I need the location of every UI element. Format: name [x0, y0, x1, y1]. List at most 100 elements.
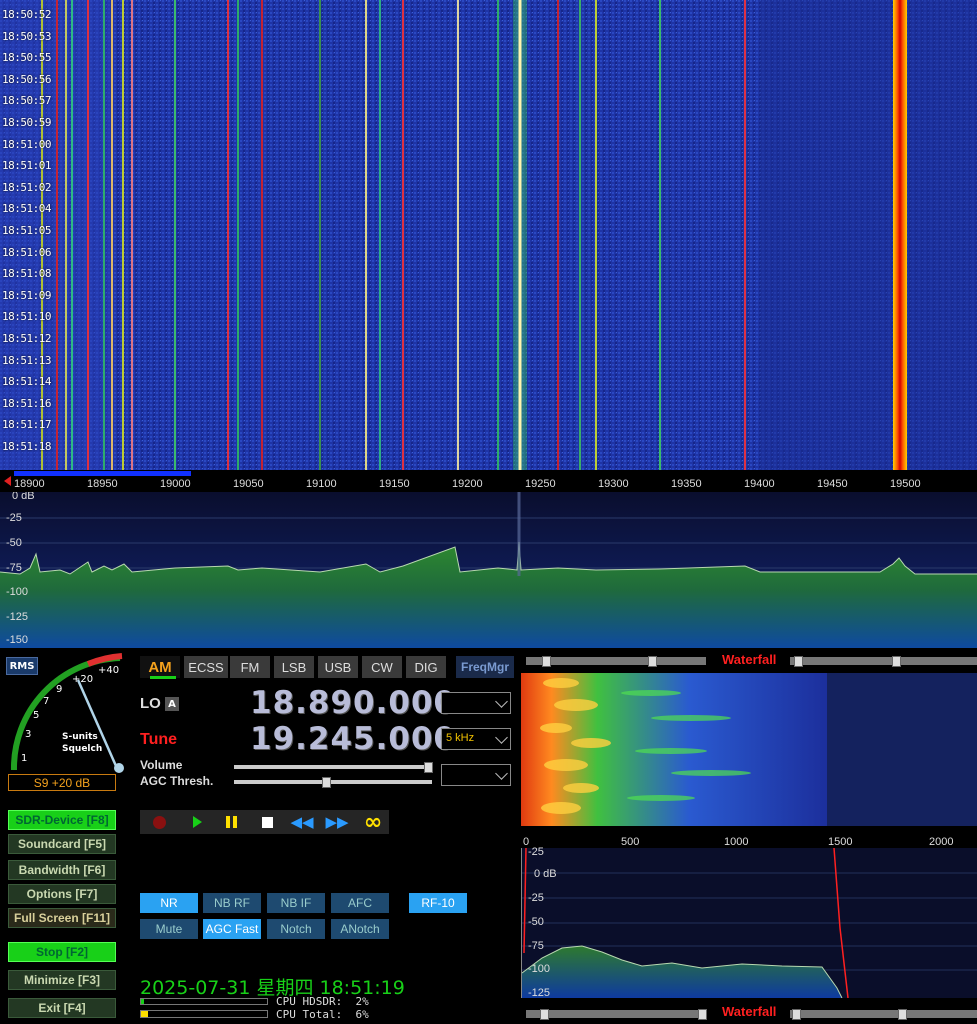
- mode-ecss-button[interactable]: ECSS: [184, 656, 228, 678]
- volume-slider-knob[interactable]: [424, 762, 433, 773]
- nb-if-button[interactable]: NB IF: [267, 893, 325, 913]
- time-label: 18:51:13: [2, 354, 51, 367]
- rf-10-button[interactable]: RF-10: [409, 893, 467, 913]
- slider-knob[interactable]: [542, 656, 551, 667]
- chevron-down-icon: [495, 767, 508, 780]
- cpu-total-fill: [141, 1011, 148, 1017]
- nb-rf-button[interactable]: NB RF: [203, 893, 261, 913]
- time-label: 18:50:53: [2, 30, 51, 43]
- record-icon: [152, 815, 166, 829]
- s-scale-label: +20: [72, 674, 94, 685]
- agc-dropdown[interactable]: [441, 764, 511, 786]
- slider-knob[interactable]: [794, 656, 803, 667]
- agc-fast-button[interactable]: AGC Fast: [203, 919, 261, 939]
- chevron-down-icon: [495, 731, 508, 744]
- freq-tick: 19500: [890, 478, 921, 490]
- freq-tick: 18900: [14, 478, 45, 490]
- mode-usb-button[interactable]: USB: [318, 656, 358, 678]
- active-mode-indicator: [150, 676, 176, 679]
- nr-button[interactable]: NR: [140, 893, 198, 913]
- time-label: 18:50:55: [2, 51, 51, 64]
- mode-am-button[interactable]: AM: [140, 656, 180, 678]
- lo-frequency[interactable]: 18.890.000: [250, 685, 456, 721]
- fast-forward-icon: ▶▶: [325, 813, 349, 831]
- time-label: 18:50:57: [2, 94, 51, 107]
- options-button[interactable]: Options [F7]: [8, 884, 116, 904]
- slider-knob[interactable]: [698, 1009, 707, 1020]
- pause-icon: [225, 816, 237, 828]
- slider-knob[interactable]: [648, 656, 657, 667]
- stop-icon: [261, 816, 273, 828]
- audio-top-slider-right[interactable]: [790, 656, 977, 667]
- bandwidth-button[interactable]: Bandwidth [F6]: [8, 860, 116, 880]
- spectrum-canvas: [0, 492, 977, 648]
- time-label: 18:51:10: [2, 310, 51, 323]
- play-button[interactable]: [186, 812, 208, 832]
- rf-spectrum[interactable]: 0 dB -25 -50 -75 -100 -125 -150: [0, 492, 977, 648]
- audio-bottom-slider-left[interactable]: [526, 1009, 707, 1020]
- mode-lsb-button[interactable]: LSB: [274, 656, 314, 678]
- slider-knob[interactable]: [898, 1009, 907, 1020]
- fast-forward-button[interactable]: ▶▶: [325, 812, 349, 832]
- notch-button[interactable]: Notch: [267, 919, 325, 939]
- scroll-left-icon[interactable]: [4, 476, 11, 486]
- pause-button[interactable]: [220, 812, 242, 832]
- slider-knob[interactable]: [540, 1009, 549, 1020]
- mute-button[interactable]: Mute: [140, 919, 198, 939]
- time-label: 18:51:18: [2, 440, 51, 453]
- mode-dig-button[interactable]: DIG: [406, 656, 446, 678]
- rewind-icon: ◀◀: [290, 813, 314, 831]
- sdr-device-button[interactable]: SDR-Device [F8]: [8, 810, 116, 830]
- soundcard-button[interactable]: Soundcard [F5]: [8, 834, 116, 854]
- loop-button[interactable]: ∞: [360, 810, 386, 835]
- cpu-hdsdr-bar: [140, 998, 268, 1005]
- audio-waterfall[interactable]: [521, 673, 977, 826]
- stop-playback-button[interactable]: [256, 812, 278, 832]
- cpu-hdsdr-text: CPU HDSDR: 2%: [276, 995, 369, 1008]
- slider-knob[interactable]: [892, 656, 901, 667]
- agc-slider-knob[interactable]: [322, 777, 331, 788]
- freqmgr-button[interactable]: FreqMgr: [456, 656, 514, 678]
- freq-tick: 19200: [452, 478, 483, 490]
- tune-frequency[interactable]: 19.245.000: [250, 721, 456, 757]
- main-waterfall[interactable]: 18:50:52 18:50:53 18:50:55 18:50:56 18:5…: [0, 0, 977, 470]
- audio-spectrum[interactable]: [521, 848, 977, 998]
- s-meter-reading: S9 +20 dB: [8, 774, 116, 791]
- volume-slider[interactable]: [234, 762, 433, 773]
- anotch-button[interactable]: ANotch: [331, 919, 389, 939]
- frequency-scale[interactable]: 18900 18950 19000 19050 19100 19150 1920…: [0, 470, 977, 492]
- lo-dropdown[interactable]: [441, 692, 511, 714]
- time-label: 18:50:59: [2, 116, 51, 129]
- afc-button[interactable]: AFC: [331, 893, 389, 913]
- minimize-button[interactable]: Minimize [F3]: [8, 970, 116, 990]
- freq-tick: 18950: [87, 478, 118, 490]
- record-button[interactable]: [148, 812, 170, 832]
- audio-db-label: 0 dB: [534, 868, 557, 880]
- audio-db-label: -100: [528, 963, 551, 975]
- mode-cw-button[interactable]: CW: [362, 656, 402, 678]
- audio-top-slider-left[interactable]: [526, 656, 706, 667]
- audio-freq-tick: 2000: [929, 836, 954, 848]
- mode-fm-button[interactable]: FM: [230, 656, 270, 678]
- slider-knob[interactable]: [792, 1009, 801, 1020]
- lo-a-badge[interactable]: A: [165, 697, 179, 711]
- freq-tick: 19050: [233, 478, 264, 490]
- visible-range-bar[interactable]: [14, 471, 191, 476]
- time-label: 18:51:05: [2, 224, 51, 237]
- tune-step-dropdown[interactable]: 5 kHz: [441, 728, 511, 750]
- rewind-button[interactable]: ◀◀: [290, 812, 314, 832]
- audio-bottom-slider-right[interactable]: [790, 1009, 977, 1020]
- stop-button[interactable]: Stop [F2]: [8, 942, 116, 962]
- agc-threshold-slider[interactable]: [234, 777, 432, 788]
- exit-button[interactable]: Exit [F4]: [8, 998, 116, 1018]
- s-scale-label: +40: [98, 665, 120, 676]
- chevron-down-icon: [495, 695, 508, 708]
- full-screen-button[interactable]: Full Screen [F11]: [8, 908, 116, 928]
- freq-tick: 19400: [744, 478, 775, 490]
- time-label: 18:51:06: [2, 246, 51, 259]
- time-label: 18:50:52: [2, 8, 51, 21]
- freq-tick: 19300: [598, 478, 629, 490]
- time-label: 18:51:17: [2, 418, 51, 431]
- s-scale-label: 9: [56, 684, 63, 695]
- audio-waterfall-title: Waterfall: [722, 652, 777, 667]
